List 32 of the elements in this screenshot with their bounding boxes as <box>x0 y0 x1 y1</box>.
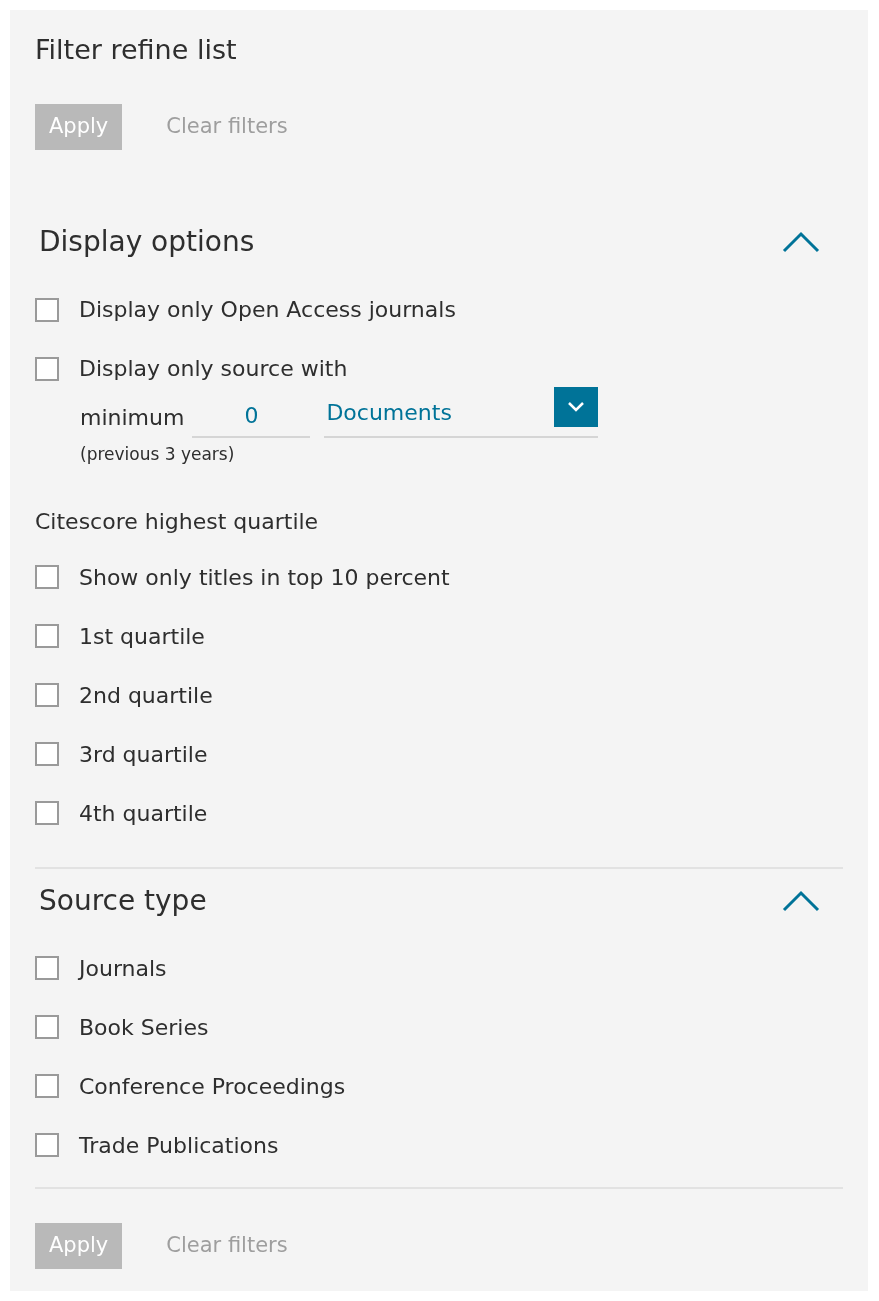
checkbox[interactable] <box>35 297 59 322</box>
checkbox[interactable] <box>35 1074 59 1098</box>
collapse-chevron-icon[interactable] <box>781 229 821 255</box>
subsection-label: Citescore highest quartile <box>35 508 320 536</box>
checkbox[interactable] <box>35 1015 59 1039</box>
checkbox[interactable] <box>35 565 59 589</box>
dropdown-caret-icon[interactable] <box>554 387 599 427</box>
section-heading: Display options <box>39 224 255 260</box>
note-text: (previous 3 years) <box>79 443 236 466</box>
option-label: Trade Publications <box>79 1131 279 1160</box>
panel-title: Filter refine list <box>35 33 238 67</box>
checkbox[interactable] <box>35 683 59 707</box>
checkbox[interactable] <box>35 624 59 648</box>
option-label: Display only source with <box>79 355 348 383</box>
option-label: Book Series <box>79 1013 209 1042</box>
option-label: 4th quartile <box>79 799 208 828</box>
checkbox[interactable] <box>35 1133 59 1157</box>
section-heading: Source type <box>39 882 207 919</box>
checkbox[interactable] <box>35 956 59 980</box>
checkbox[interactable] <box>35 801 59 825</box>
minimum-input-field[interactable]: 0 <box>192 394 311 438</box>
minimum-label: minimum <box>80 404 185 432</box>
checkbox[interactable] <box>35 356 59 381</box>
option-label: Journals <box>79 954 167 983</box>
option-label: 3rd quartile <box>79 740 208 769</box>
option-label: 2nd quartile <box>79 681 213 710</box>
documents-dropdown[interactable]: Documents <box>324 388 599 438</box>
checkbox[interactable] <box>35 742 59 766</box>
option-label: 1st quartile <box>79 622 205 651</box>
option-label: Conference Proceedings <box>79 1072 346 1101</box>
option-label: Show only titles in top 10 percent <box>79 563 450 592</box>
option-label: Display only Open Access journals <box>79 296 456 324</box>
